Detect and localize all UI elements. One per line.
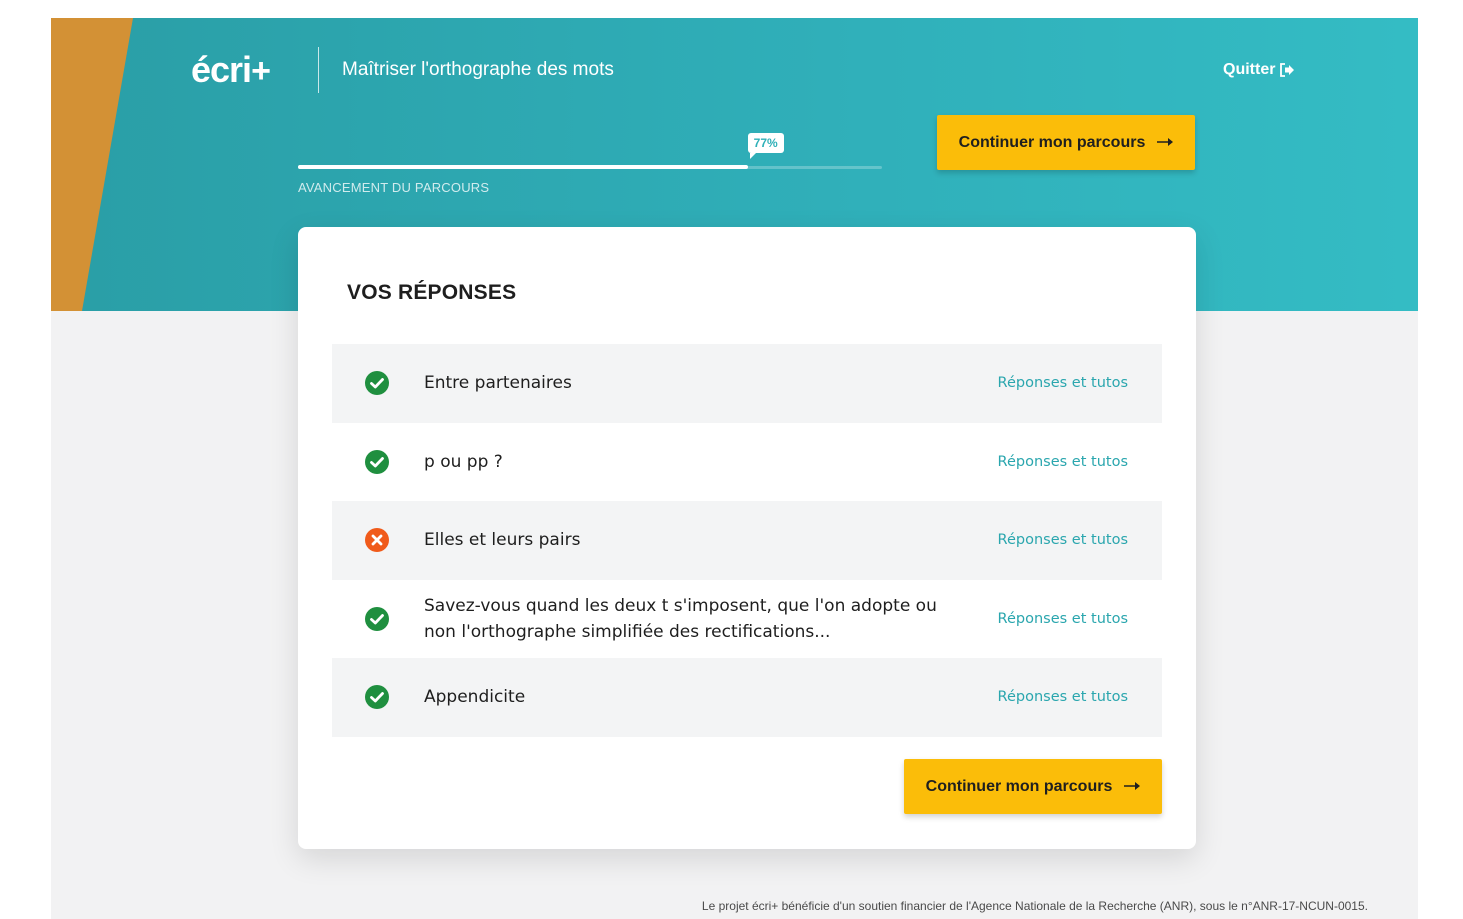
answer-row: Savez-vous quand les deux t s'imposent, … xyxy=(332,580,1162,659)
continue-button-label: Continuer mon parcours xyxy=(958,133,1146,151)
check-circle-icon xyxy=(365,371,389,396)
sign-out-icon xyxy=(1279,62,1295,78)
logo-text: écri xyxy=(191,49,252,90)
progress-caption: AVANCEMENT DU PARCOURS xyxy=(298,180,490,195)
answers-tutorials-link[interactable]: Réponses et tutos xyxy=(998,454,1128,470)
answer-row: p ou pp ? Réponses et tutos xyxy=(332,423,1162,502)
x-circle-icon xyxy=(365,528,389,553)
answers-tutorials-link[interactable]: Réponses et tutos xyxy=(998,375,1128,391)
answer-row: Appendicite Réponses et tutos xyxy=(332,658,1162,737)
answers-tutorials-link[interactable]: Réponses et tutos xyxy=(998,689,1128,705)
continue-button-bottom[interactable]: Continuer mon parcours xyxy=(904,759,1162,814)
answer-label: Savez-vous quand les deux t s'imposent, … xyxy=(424,595,937,642)
logo-divider xyxy=(318,47,319,93)
answer-label: Appendicite xyxy=(424,687,526,708)
continue-button-label: Continuer mon parcours xyxy=(925,777,1113,795)
check-circle-icon xyxy=(365,449,389,474)
quit-link[interactable]: Quitter xyxy=(1223,60,1295,80)
logo-plus: + xyxy=(251,52,271,90)
answers-tutorials-link[interactable]: Réponses et tutos xyxy=(998,532,1128,548)
progress-bar: 77% xyxy=(298,133,882,170)
quit-label: Quitter xyxy=(1223,61,1276,78)
answers-title: VOS RÉPONSES xyxy=(347,281,517,304)
footer-funding-note: Le projet écri+ bénéficie d'un soutien f… xyxy=(701,899,1368,913)
answer-label: Elles et leurs pairs xyxy=(424,530,581,551)
answers-card: VOS RÉPONSES Entre partenaires Réponses … xyxy=(298,227,1196,849)
continue-button-top[interactable]: Continuer mon parcours xyxy=(937,115,1195,170)
page-subtitle: Maîtriser l'orthographe des mots xyxy=(342,59,614,80)
check-circle-icon xyxy=(365,685,389,710)
answers-tutorials-link[interactable]: Réponses et tutos xyxy=(998,611,1128,627)
logo[interactable]: écri+ xyxy=(191,49,271,91)
app-frame: écri+ Maîtriser l'orthographe des mots Q… xyxy=(51,18,1418,919)
answer-row: Elles et leurs pairs Réponses et tutos xyxy=(332,501,1162,580)
answers-list: Entre partenaires Réponses et tutos p ou… xyxy=(332,344,1162,737)
arrow-right-icon xyxy=(1124,778,1141,796)
check-circle-icon xyxy=(365,606,389,631)
progress-percent-badge: 77% xyxy=(747,133,784,159)
answer-label: p ou pp ? xyxy=(424,451,503,472)
progress-fill xyxy=(298,165,748,169)
decorative-stripe xyxy=(51,18,133,311)
answer-label: Entre partenaires xyxy=(424,373,572,394)
arrow-right-icon xyxy=(1157,134,1174,152)
answer-row: Entre partenaires Réponses et tutos xyxy=(332,344,1162,423)
